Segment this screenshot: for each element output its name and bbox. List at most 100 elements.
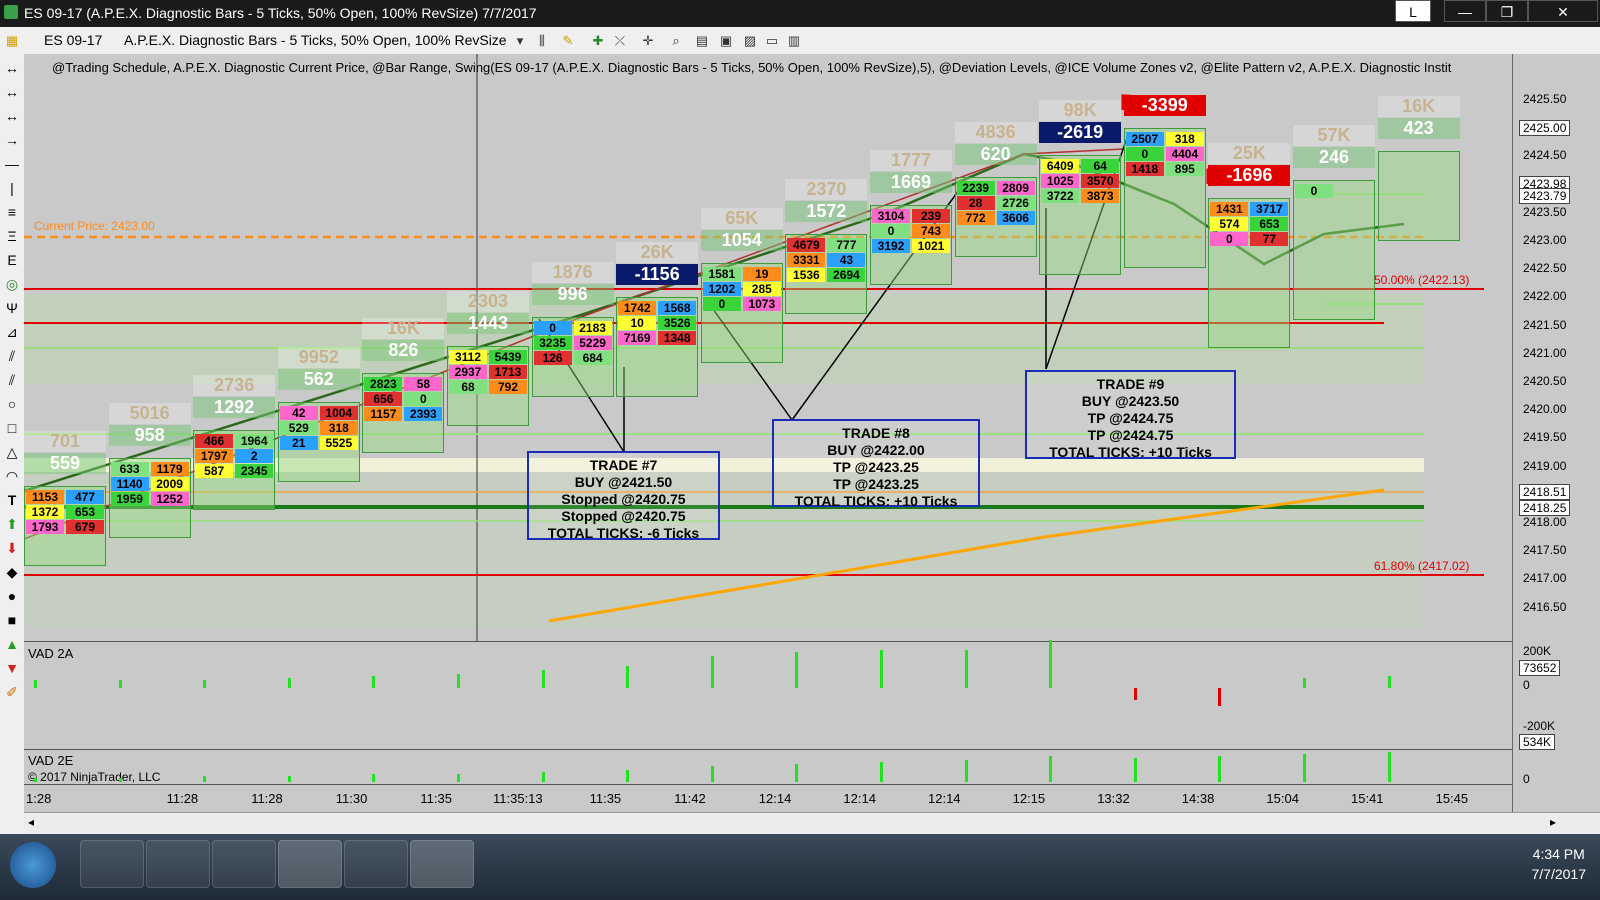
- trade-9-entry: BUY @2423.50: [1081, 393, 1180, 409]
- clock-date: 7/7/2017: [1531, 866, 1587, 882]
- file-explorer-icon[interactable]: [80, 840, 144, 888]
- regression-channel-icon[interactable]: ⫽: [2, 346, 22, 366]
- vad2a-bar: [1303, 678, 1306, 688]
- volume-cell: 1793: [26, 520, 64, 534]
- volume-cell: 1025: [1041, 174, 1080, 188]
- vad2a-panel[interactable]: VAD 2A: [24, 640, 1512, 750]
- price-chart-panel[interactable]: 701 559 5016 958 2736 1292 9952 562 16K 826 2303 14…: [24, 54, 1512, 641]
- trend-channel-icon[interactable]: ⫽: [2, 370, 22, 390]
- vad2a-bar: [118, 680, 122, 688]
- notepad-icon[interactable]: [344, 840, 408, 888]
- volume-cell: 679: [66, 520, 104, 534]
- chevron-down-icon[interactable]: ▾: [512, 33, 528, 49]
- remove-drawing-icon[interactable]: ⤫: [612, 33, 628, 49]
- ray-icon[interactable]: ↔: [2, 82, 22, 102]
- dot-icon[interactable]: ●: [2, 586, 22, 606]
- system-clock[interactable]: 4:34 PM 7/7/2017: [1532, 844, 1587, 884]
- price-tick: 2419.50: [1523, 430, 1567, 445]
- volume-cell: 0: [404, 392, 443, 406]
- vad2e-panel[interactable]: VAD 2E © 2017 NinjaTrader, LLC: [24, 749, 1512, 785]
- fib-extension-icon[interactable]: Ξ: [2, 226, 22, 246]
- fib-retracement-icon[interactable]: ≡: [2, 202, 22, 222]
- volume-cell: 0: [1125, 147, 1164, 161]
- zoom-icon[interactable]: ⌕: [668, 33, 684, 49]
- chart-icon[interactable]: ▦: [4, 33, 20, 49]
- data-box-icon[interactable]: ▣: [718, 33, 734, 49]
- arrow-down-icon[interactable]: ⬇: [2, 538, 22, 558]
- language-indicator[interactable]: L: [1395, 0, 1431, 22]
- volume-cell: 3717: [1250, 202, 1289, 216]
- drawing-tool-icon[interactable]: ✎: [560, 33, 576, 49]
- ninjatrader-taskbar-icon[interactable]: [410, 840, 474, 888]
- square-icon[interactable]: ■: [2, 610, 22, 630]
- chrome-icon[interactable]: [278, 840, 342, 888]
- arc-icon[interactable]: ◠: [2, 466, 22, 486]
- save-icon[interactable]: ▭: [764, 33, 780, 49]
- extended-line-icon[interactable]: ↔: [2, 106, 22, 126]
- price-tick: 2422.50: [1523, 261, 1567, 276]
- minimize-button[interactable]: —: [1444, 0, 1486, 22]
- horizontal-line-icon[interactable]: —: [2, 154, 22, 174]
- volume-cell: 0: [533, 321, 572, 335]
- time-tick: 11:35:13: [493, 791, 543, 806]
- arrow-line-icon[interactable]: →: [2, 130, 22, 150]
- close-button[interactable]: ✕: [1528, 0, 1598, 22]
- triangle-up-icon[interactable]: ▲: [2, 634, 22, 654]
- price-tick: 2421.50: [1523, 317, 1567, 332]
- pitchfork-icon[interactable]: Ψ: [2, 298, 22, 318]
- instrument-selector[interactable]: ES 09-17: [44, 32, 102, 48]
- scroll-right-icon[interactable]: ▸: [1550, 815, 1556, 829]
- restore-button[interactable]: ❐: [1486, 0, 1528, 22]
- vad2a-bar: [372, 676, 376, 688]
- volume-cell: 1202: [702, 282, 741, 296]
- bar-total-volume: 26K: [616, 242, 699, 263]
- crosshair-icon[interactable]: ✛: [640, 33, 656, 49]
- price-bar[interactable]: [1039, 155, 1122, 275]
- price-axis[interactable]: 2425.502425.002424.502424.002423.502423.…: [1512, 54, 1600, 834]
- vad2e-bar: [710, 766, 714, 782]
- rectangle-icon[interactable]: □: [2, 418, 22, 438]
- vad2a-bar: [710, 656, 714, 688]
- triangle-icon[interactable]: △: [2, 442, 22, 462]
- bar-style-icon[interactable]: ⫼: [534, 33, 550, 49]
- bar-type-selector[interactable]: A.P.E.X. Diagnostic Bars - 5 Ticks, 50% …: [124, 32, 507, 48]
- triangle-down-icon[interactable]: ▼: [2, 658, 22, 678]
- price-tick: 2417.50: [1523, 543, 1567, 558]
- media-player-icon[interactable]: [212, 840, 276, 888]
- fib-time-icon[interactable]: Ε: [2, 250, 22, 270]
- line-icon[interactable]: ↔: [2, 58, 22, 78]
- vad2e-bar: [795, 764, 799, 782]
- firefox-icon[interactable]: [146, 840, 210, 888]
- gann-fan-icon[interactable]: ⊿: [2, 322, 22, 342]
- volume-cell: 777: [827, 238, 866, 252]
- diamond-icon[interactable]: ◆: [2, 562, 22, 582]
- fib-circle-icon[interactable]: ◎: [2, 274, 22, 294]
- ninjatrader-app-icon: [4, 5, 18, 19]
- time-tick: 15:04: [1266, 791, 1299, 806]
- bar-total-volume: 65K: [700, 208, 783, 229]
- price-bar[interactable]: [1377, 151, 1460, 241]
- ellipse-icon[interactable]: ○: [2, 394, 22, 414]
- remove-all-drawings-icon[interactable]: ✐: [2, 682, 22, 702]
- snapshot-icon[interactable]: ▨: [742, 33, 758, 49]
- arrow-up-icon[interactable]: ⬆: [2, 514, 22, 534]
- print-icon[interactable]: ▥: [786, 33, 802, 49]
- time-axis[interactable]: 1:28 11:28 11:28 11:30 11:35 11:35:13 11:35 11:…: [24, 784, 1512, 813]
- vertical-line-icon[interactable]: |: [2, 178, 22, 198]
- text-icon[interactable]: T: [2, 490, 22, 510]
- add-indicator-icon[interactable]: ✚: [590, 33, 606, 49]
- horizontal-scrollbar[interactable]: ◂ ▸: [24, 812, 1600, 835]
- volume-cell: 4679: [787, 238, 826, 252]
- chart-toolbar: ▦ ES 09-17 A.P.E.X. Diagnostic Bars - 5 …: [0, 27, 1600, 55]
- volume-cell: 2809: [996, 181, 1035, 195]
- start-button[interactable]: [10, 842, 56, 888]
- vad2e-bar: [118, 778, 122, 782]
- time-tick: 14:38: [1181, 791, 1215, 806]
- bar-total-volume: 2303: [447, 291, 529, 312]
- price-bar[interactable]: [1293, 180, 1375, 320]
- properties-icon[interactable]: ▤: [694, 33, 710, 49]
- scroll-left-icon[interactable]: ◂: [28, 815, 34, 829]
- volume-cell: 1140: [110, 477, 149, 491]
- volume-cell: 895: [1165, 162, 1204, 176]
- time-tick: 1:28: [26, 791, 52, 806]
